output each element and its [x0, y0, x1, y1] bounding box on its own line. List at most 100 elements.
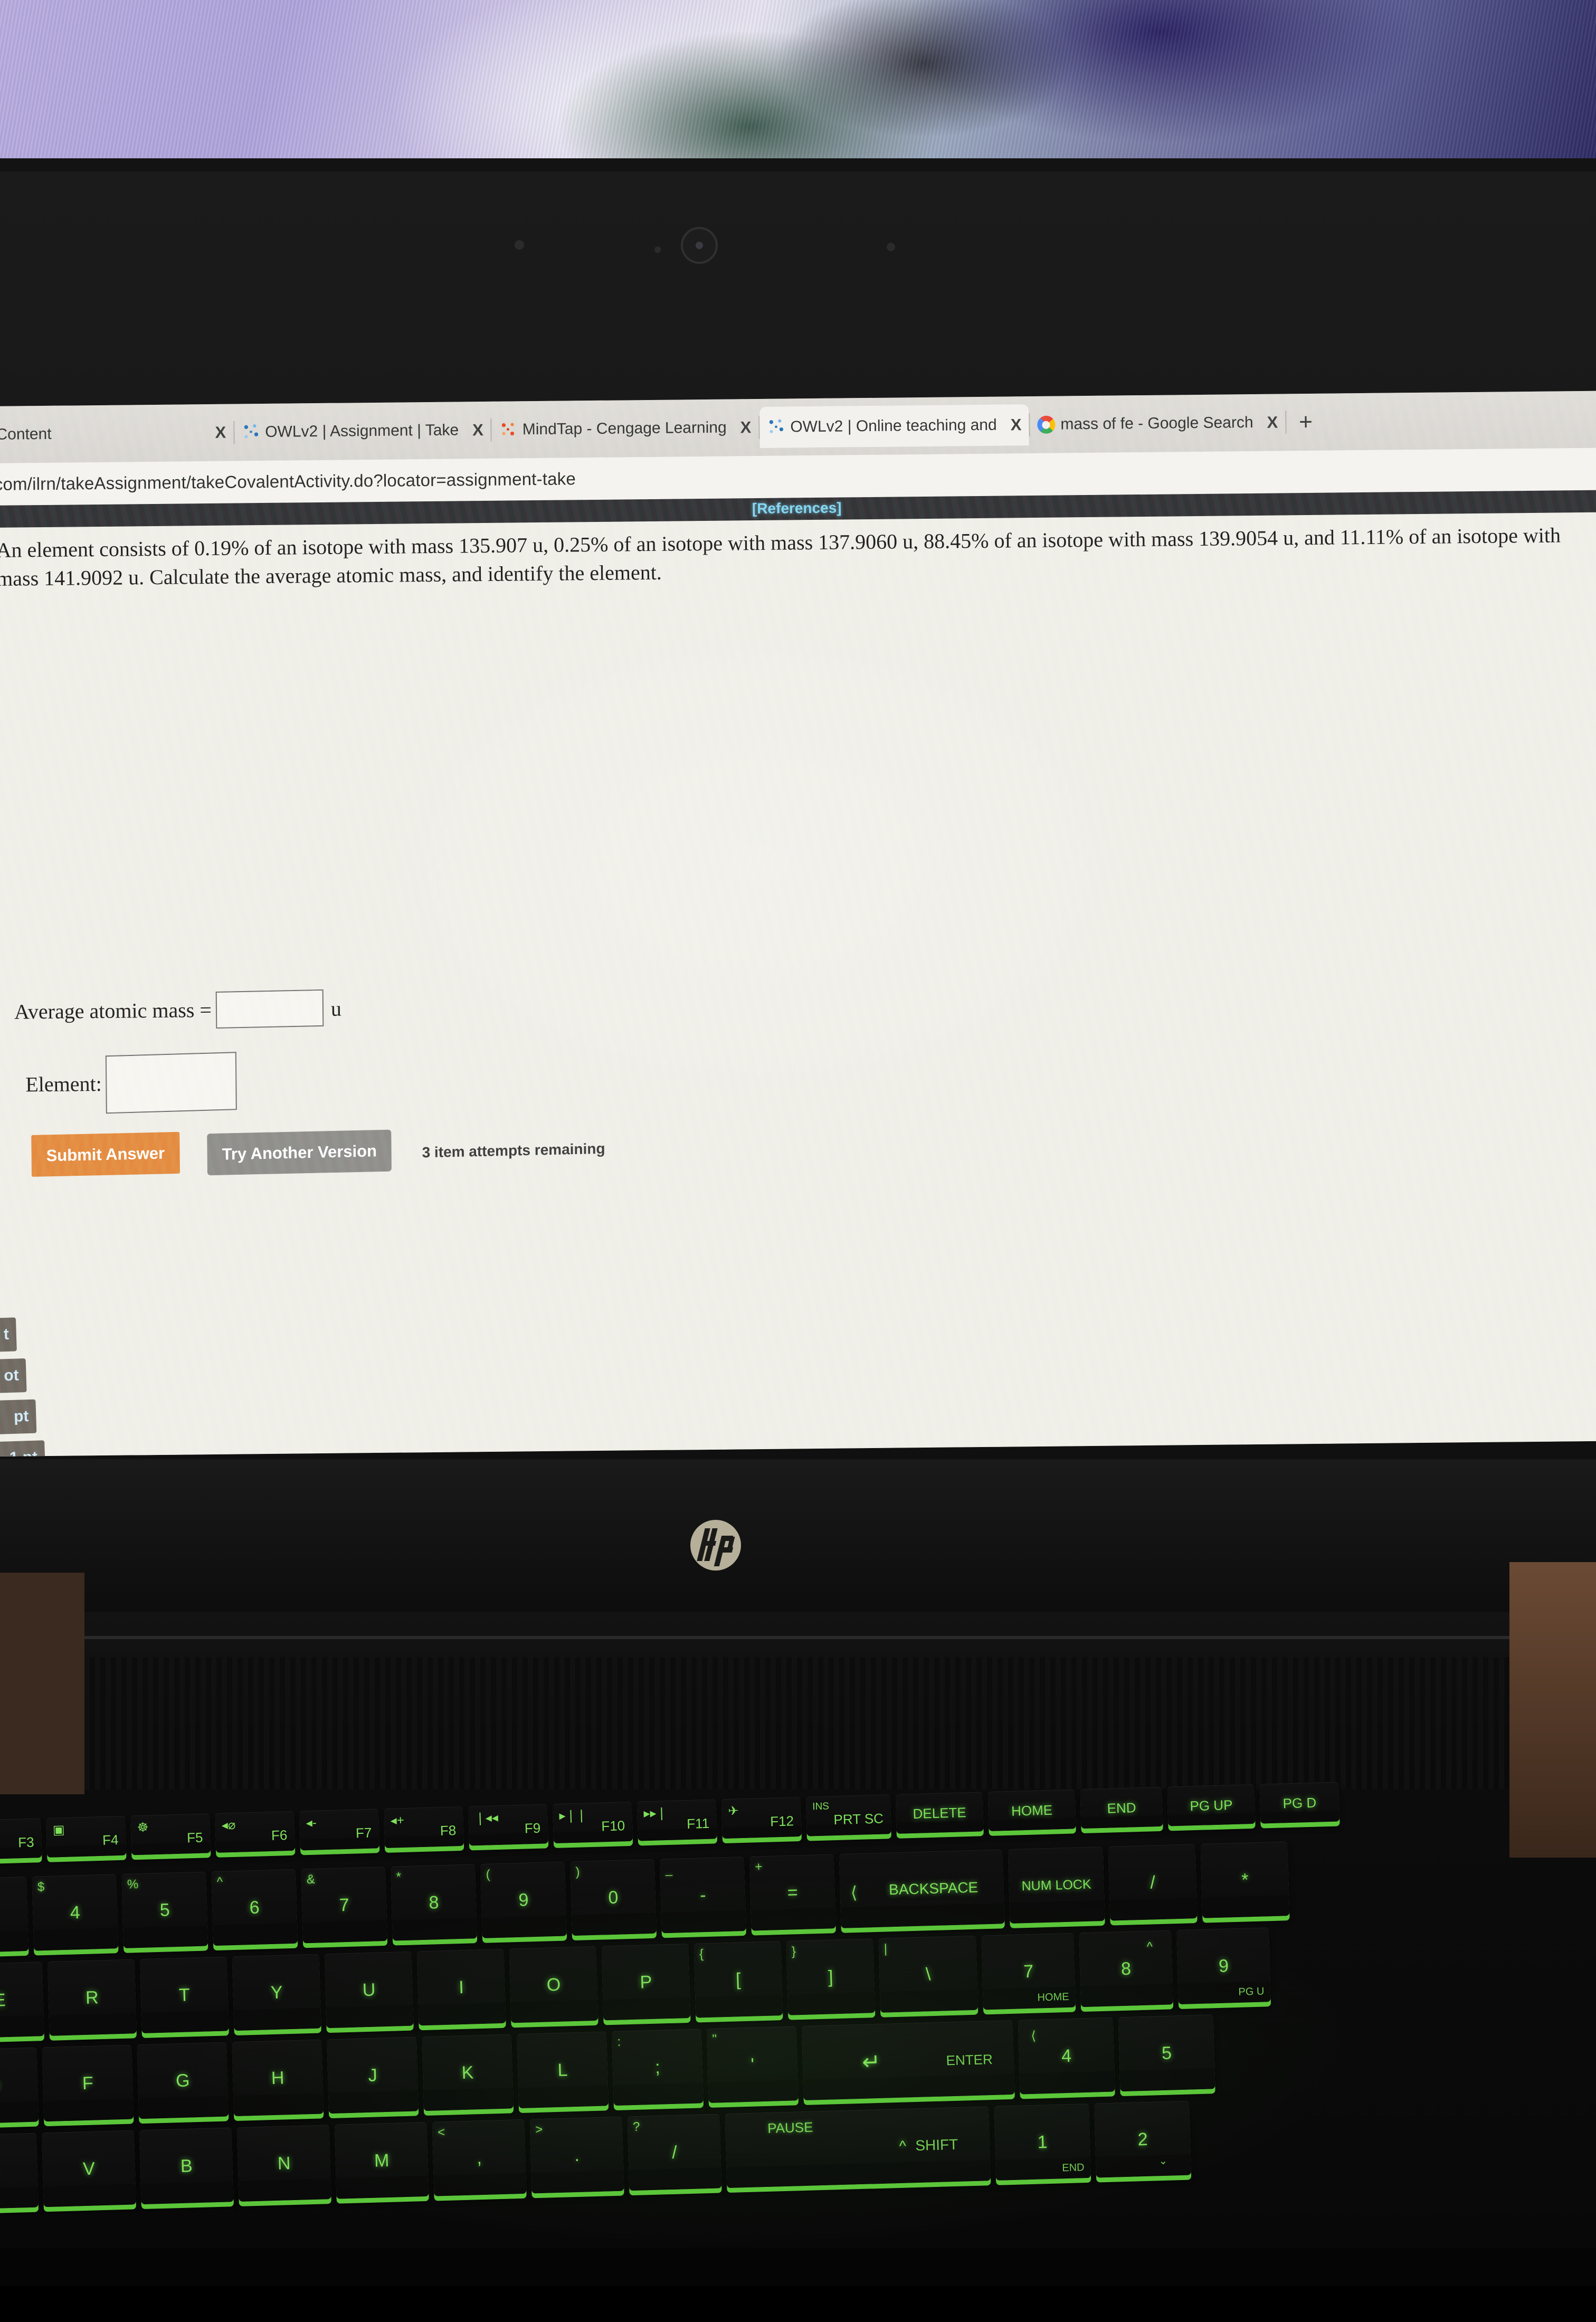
rail-item-3[interactable]: pt — [0, 1400, 36, 1435]
key-6[interactable]: ^6 — [211, 1869, 298, 1946]
key-minus[interactable]: _- — [660, 1857, 746, 1933]
video-content — [0, 0, 1596, 174]
key-f8[interactable]: ◂+F8 — [384, 1806, 464, 1848]
key-slash[interactable]: ?/ — [628, 2114, 722, 2191]
rail-item-2[interactable]: ot — [0, 1358, 27, 1394]
key-0[interactable]: )0 — [570, 1859, 657, 1936]
submit-answer-button[interactable]: Submit Answer — [31, 1132, 179, 1177]
key-period[interactable]: >. — [530, 2117, 624, 2194]
key-pg-down[interactable]: PG D — [1259, 1782, 1340, 1823]
key-label: I — [459, 1977, 464, 1997]
average-atomic-mass-input[interactable] — [216, 989, 324, 1029]
key-equals[interactable]: += — [749, 1854, 836, 1930]
key-r[interactable]: R — [48, 1959, 137, 2036]
key-sub-label: PG U — [1238, 1986, 1265, 1999]
key-num-lock[interactable]: NUM LOCK — [1008, 1847, 1105, 1924]
key-f6[interactable]: ◂⌀F6 — [215, 1811, 295, 1853]
tab-label: MindTap - Cengage Learning — [522, 419, 727, 439]
key-f5[interactable]: ☸F5 — [130, 1813, 211, 1855]
key-label: 8 — [1121, 1958, 1132, 1980]
key-prt-sc[interactable]: INSPRT SC — [806, 1794, 891, 1836]
key-right-shift[interactable]: PAUSE^SHIFT — [725, 2106, 991, 2188]
key-numpad-8[interactable]: ^8 — [1079, 1930, 1173, 2007]
key-numpad-2[interactable]: 2⌄ — [1094, 2101, 1191, 2178]
key-bracket-right[interactable]: }] — [786, 1938, 875, 2015]
key-3[interactable]: #3 — [0, 1877, 28, 1953]
key-4[interactable]: $4 — [32, 1874, 118, 1950]
key-l[interactable]: L — [517, 2031, 609, 2108]
key-m[interactable]: M — [335, 2122, 429, 2199]
key-apostrophe[interactable]: "' — [707, 2026, 799, 2103]
browser-tab-mindtap[interactable]: MindTap - Cengage Learning X — [491, 407, 758, 451]
key-e[interactable]: E — [0, 1962, 44, 2039]
tab-close-icon[interactable]: X — [215, 423, 226, 442]
browser-tab-content[interactable]: Content X — [0, 412, 234, 455]
rail-item-4[interactable]: 1 pt — [0, 1440, 45, 1457]
key-home[interactable]: HOME — [988, 1789, 1076, 1831]
key-u[interactable]: U — [325, 1952, 414, 2029]
browser-tab-google-search[interactable]: mass of fe - Google Search X — [1030, 402, 1286, 445]
key-backspace[interactable]: ⟨BACKSPACE — [839, 1849, 1005, 1928]
key-7[interactable]: &7 — [301, 1867, 387, 1943]
key-b[interactable]: B — [139, 2127, 234, 2204]
key-f7[interactable]: ◂-F7 — [299, 1809, 379, 1850]
hp-laptop: Content X OWLv2 | Assignment | Take X Mi… — [0, 158, 1596, 2128]
key-numpad-4[interactable]: ⟨4 — [1018, 2018, 1115, 2095]
key-i[interactable]: I — [417, 1949, 506, 2026]
rail-item-1[interactable]: t — [0, 1317, 17, 1353]
key-numpad-1[interactable]: 1END — [994, 2104, 1091, 2181]
key-f10[interactable]: ▸❘❘F10 — [553, 1802, 633, 1843]
key-h[interactable]: H — [232, 2039, 324, 2116]
key-numpad-5[interactable]: 5 — [1118, 2014, 1215, 2091]
key-f9[interactable]: ❘◂◂F9 — [468, 1804, 548, 1845]
laptop-keyboard: ✻F3 ▣F4 ☸F5 ◂⌀F6 ◂-F7 ◂+F8 ❘◂◂F9 ▸❘❘F10 … — [0, 1774, 1596, 2321]
key-backslash[interactable]: |\ — [878, 1936, 978, 2013]
tab-close-icon[interactable]: X — [1267, 413, 1278, 432]
key-delete[interactable]: DELETE — [896, 1792, 984, 1834]
references-link[interactable]: [References] — [752, 499, 842, 517]
desk-left-edge — [0, 1573, 84, 1794]
key-numpad-multiply[interactable]: * — [1201, 1841, 1290, 1918]
key-y[interactable]: Y — [232, 1954, 321, 2031]
key-label: / — [1150, 1872, 1156, 1893]
browser-tab-owlv2-online-teaching[interactable]: OWLv2 | Online teaching and X — [759, 404, 1029, 448]
key-k[interactable]: K — [422, 2034, 514, 2111]
tab-close-icon[interactable]: X — [472, 421, 483, 440]
key-v[interactable]: V — [42, 2130, 136, 2207]
key-j[interactable]: J — [327, 2036, 419, 2114]
key-f12[interactable]: ✈F12 — [721, 1797, 802, 1839]
key-f[interactable]: F — [42, 2044, 134, 2121]
key-numpad-7[interactable]: 7HOME — [981, 1933, 1076, 2010]
key-f11[interactable]: ▸▸❘F11 — [637, 1799, 717, 1841]
key-8[interactable]: *8 — [391, 1864, 477, 1940]
key-numpad-9[interactable]: 9PG U — [1176, 1927, 1271, 2004]
key-o[interactable]: O — [509, 1946, 598, 2023]
attempts-remaining-label: 3 item attempts remaining — [422, 1140, 605, 1161]
element-input[interactable] — [106, 1052, 237, 1114]
key-enter[interactable]: ↵ENTER — [802, 2020, 1015, 2100]
key-shift-label: } — [792, 1944, 796, 1959]
key-g[interactable]: G — [137, 2042, 229, 2119]
key-label: DELETE — [913, 1804, 966, 1822]
key-p[interactable]: P — [601, 1944, 690, 2021]
key-f4[interactable]: ▣F4 — [46, 1816, 126, 1858]
new-tab-button[interactable]: + — [1286, 411, 1325, 434]
tab-close-icon[interactable]: X — [1011, 415, 1022, 434]
tab-close-icon[interactable]: X — [740, 418, 752, 437]
key-d[interactable]: D — [0, 2048, 39, 2125]
key-comma[interactable]: <, — [432, 2119, 527, 2196]
key-n[interactable]: N — [237, 2125, 331, 2202]
key-5[interactable]: %5 — [121, 1871, 208, 1948]
key-end[interactable]: END — [1080, 1787, 1163, 1829]
key-numpad-divide[interactable]: / — [1108, 1844, 1198, 1921]
key-c[interactable]: C — [0, 2133, 39, 2210]
key-t[interactable]: T — [140, 1956, 229, 2033]
tab-label: Content — [0, 425, 52, 444]
key-f3[interactable]: ✻F3 — [0, 1818, 42, 1860]
key-semicolon[interactable]: :; — [612, 2029, 704, 2106]
key-pg-up[interactable]: PG UP — [1167, 1784, 1255, 1826]
try-another-version-button[interactable]: Try Another Version — [207, 1130, 392, 1176]
browser-tab-owlv2-assignment[interactable]: OWLv2 | Assignment | Take X — [234, 410, 491, 453]
key-9[interactable]: (9 — [480, 1861, 567, 1938]
key-bracket-left[interactable]: {[ — [694, 1941, 783, 2018]
